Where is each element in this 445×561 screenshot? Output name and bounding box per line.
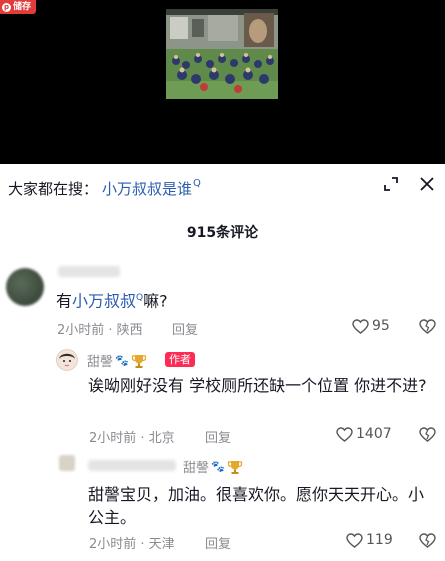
reply-text: 诶呦刚好没有 学校厕所还缺一个位置 你进不进? bbox=[88, 376, 427, 395]
like-count: 1407 bbox=[356, 426, 392, 442]
close-icon[interactable] bbox=[419, 176, 435, 192]
comment-text: 有小万叔叔Q嘛? bbox=[56, 291, 168, 311]
trophy-icon bbox=[131, 354, 146, 368]
like-count: 95 bbox=[372, 318, 390, 334]
search-prefix: 大家都在搜： bbox=[8, 180, 99, 198]
expand-icon[interactable] bbox=[383, 176, 399, 192]
search-suggestion[interactable]: 大家都在搜： 小万叔叔是谁 Q bbox=[8, 178, 201, 199]
dislike-icon[interactable] bbox=[419, 533, 436, 548]
author-avatar[interactable] bbox=[56, 349, 78, 371]
reply-button[interactable]: 回复 bbox=[205, 533, 231, 552]
reply-button[interactable]: 回复 bbox=[205, 427, 231, 446]
save-label: 储存 bbox=[13, 2, 32, 12]
trophy-icon bbox=[227, 460, 242, 474]
video-thumbnail[interactable] bbox=[166, 9, 278, 99]
comment-time-location: 2小时前 · 陕西 bbox=[57, 323, 143, 338]
username-blurred[interactable] bbox=[88, 460, 176, 471]
school-yard-image bbox=[166, 9, 278, 99]
reply-text: 甜謦宝贝，加油。很喜欢你。愿你天天开心。小公主。 bbox=[88, 485, 425, 527]
dislike-icon[interactable] bbox=[419, 427, 436, 442]
paw-icon: 🐾 bbox=[115, 354, 129, 367]
paw-icon: 🐾 bbox=[211, 460, 225, 473]
author-name[interactable]: 甜謦 🐾 bbox=[87, 351, 147, 370]
heart-icon bbox=[352, 318, 369, 334]
heart-icon bbox=[346, 532, 363, 548]
avatar[interactable] bbox=[59, 455, 75, 471]
like-button[interactable]: 95 bbox=[352, 318, 390, 334]
like-count: 119 bbox=[366, 532, 393, 548]
reply-time-location: 2小时前 · 北京 bbox=[89, 431, 175, 446]
video-player[interactable]: p 储存 bbox=[0, 0, 445, 164]
save-badge[interactable]: p 储存 bbox=[0, 0, 37, 14]
comment-panel: 大家都在搜： 小万叔叔是谁 Q 915条评论 有小万叔叔Q嘛? 2小时前 · 陕… bbox=[0, 164, 445, 561]
author-tag: 作者 bbox=[165, 352, 195, 367]
reply-time-location: 2小时前 · 天津 bbox=[89, 537, 175, 552]
search-icon: Q bbox=[193, 178, 201, 189]
pinterest-icon: p bbox=[2, 2, 11, 12]
dislike-icon[interactable] bbox=[419, 319, 436, 334]
reply-to-name[interactable]: 甜謦 🐾 bbox=[183, 457, 243, 476]
like-button[interactable]: 119 bbox=[346, 532, 393, 548]
reply-button[interactable]: 回复 bbox=[172, 319, 198, 338]
comments-count-title: 915条评论 bbox=[186, 225, 259, 241]
search-term-link[interactable]: 小万叔叔是谁 bbox=[102, 178, 192, 199]
heart-icon bbox=[336, 426, 353, 442]
avatar[interactable] bbox=[6, 268, 44, 306]
mention-link[interactable]: 小万叔叔 bbox=[72, 291, 136, 310]
username-blurred[interactable] bbox=[58, 266, 120, 277]
like-button[interactable]: 1407 bbox=[336, 426, 392, 442]
